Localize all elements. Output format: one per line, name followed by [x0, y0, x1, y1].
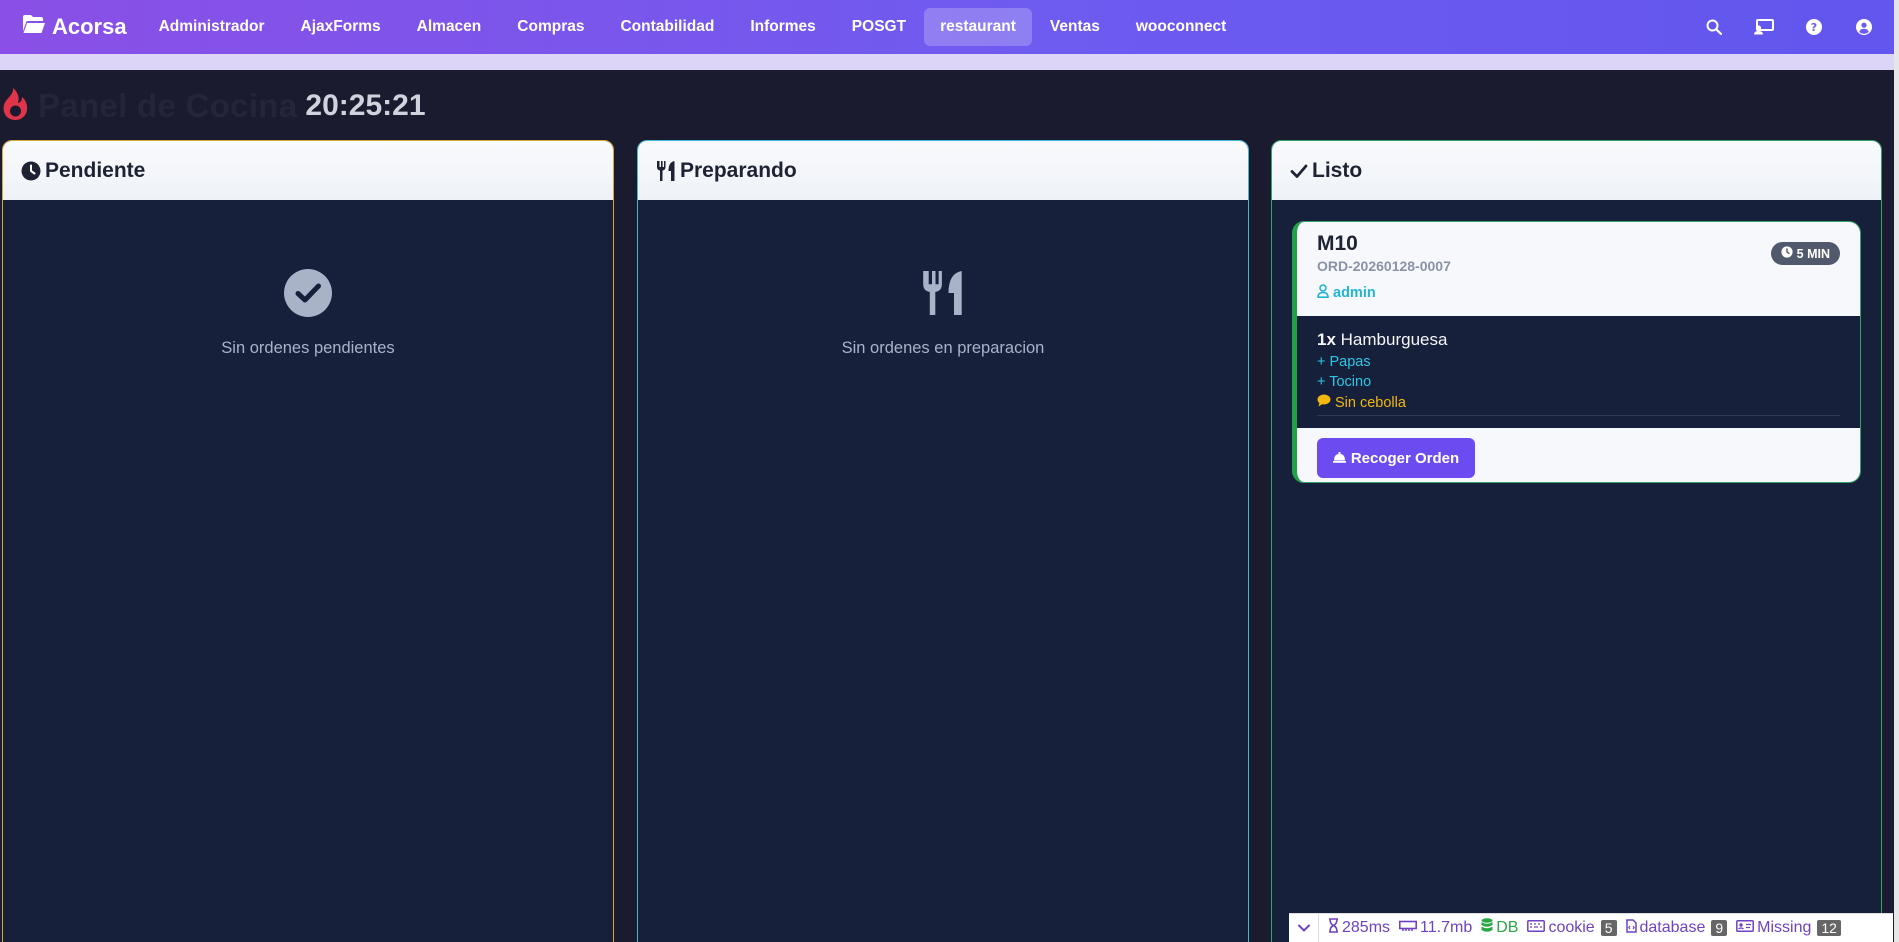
database-icon — [1481, 918, 1493, 938]
page-title: Panel de Cocina — [38, 87, 298, 124]
item-modifier: + Papas — [1317, 354, 1371, 370]
kitchen-panel-header: Panel de Cocina 20:25:21 — [0, 86, 426, 126]
elapsed-time-text: 5 MIN — [1796, 246, 1830, 261]
debug-database[interactable]: database 9 — [1625, 918, 1728, 938]
debug-toolbar: 285ms 11.7mb DB cookie 5 database 9 Miss… — [1289, 913, 1893, 942]
elapsed-time-badge: 5 MIN — [1770, 242, 1840, 265]
sub-navbar-strip — [0, 54, 1894, 70]
column-pendiente: Pendiente 0 Sin ordenes pendientes — [2, 140, 614, 942]
pickup-order-label: Recoger Orden — [1350, 449, 1460, 467]
clock-display: 20:25:21 — [305, 89, 426, 122]
pickup-order-button[interactable]: Recoger Orden — [1317, 438, 1475, 478]
menu-administrador[interactable]: Administrador — [141, 8, 283, 46]
empty-state: Sin ordenes pendientes — [3, 267, 613, 358]
menu-posgt[interactable]: POSGT — [834, 8, 924, 46]
hourglass-icon — [1328, 918, 1339, 938]
clock-icon — [21, 161, 41, 181]
keyboard-icon — [1527, 919, 1546, 937]
item-modifier: + Tocino — [1317, 374, 1372, 390]
debug-memory-value: 11.7mb — [1420, 919, 1473, 936]
menu-informes[interactable]: Informes — [732, 8, 833, 46]
bell-concierge-icon — [1332, 450, 1346, 467]
menu-wooconnect[interactable]: wooconnect — [1118, 8, 1244, 46]
id-card-icon — [1736, 919, 1755, 937]
clock-icon — [1781, 246, 1793, 261]
order-item: 1x Hamburguesa — [1317, 330, 1840, 350]
column-title: Pendiente — [45, 158, 146, 182]
file-code-icon — [1625, 918, 1637, 938]
main-menu: Administrador AjaxForms Almacen Compras … — [141, 8, 1245, 46]
brand-name: Acorsa — [52, 14, 127, 39]
menu-contabilidad[interactable]: Contabilidad — [602, 8, 732, 46]
debug-time-value: 285ms — [1342, 919, 1391, 936]
debug-database-count: 9 — [1711, 920, 1728, 936]
debug-time[interactable]: 285ms — [1328, 918, 1390, 938]
top-navbar: Acorsa Administrador AjaxForms Almacen C… — [0, 0, 1894, 54]
check-circle-icon — [3, 267, 613, 319]
debug-memory[interactable]: 11.7mb — [1399, 919, 1472, 937]
order-code: ORD-20260128-0007 — [1317, 258, 1451, 274]
empty-message: Sin ordenes pendientes — [221, 339, 395, 357]
navbar-actions: ? — [1702, 0, 1876, 54]
debug-cookie[interactable]: cookie 5 — [1527, 919, 1617, 937]
column-header: Listo 1 — [1272, 141, 1881, 200]
utensils-icon — [656, 160, 676, 182]
debug-database-label: database — [1639, 919, 1706, 936]
order-user: admin — [1317, 284, 1376, 302]
debug-db[interactable]: DB — [1481, 918, 1518, 938]
order-card[interactable]: M10 ORD-20260128-0007 admin 5 MIN 1x Ham… — [1292, 221, 1861, 483]
order-count-badge: 0 — [159, 166, 167, 181]
utensils-icon — [638, 267, 1248, 319]
page-scrollbar[interactable] — [1894, 0, 1899, 942]
column-preparando: Preparando 0 Sin ordenes en preparacion — [637, 140, 1249, 942]
column-header: Preparando 0 — [638, 141, 1248, 200]
debug-missing-count: 12 — [1817, 920, 1841, 936]
debug-cookie-count: 5 — [1600, 920, 1617, 936]
debug-missing[interactable]: Missing 12 — [1736, 919, 1841, 937]
menu-restaurant[interactable]: restaurant — [924, 8, 1032, 46]
column-header: Pendiente 0 — [3, 141, 613, 200]
user-icon — [1317, 284, 1329, 302]
menu-ajaxforms[interactable]: AjaxForms — [283, 8, 399, 46]
check-icon — [1290, 163, 1308, 179]
item-name: Hamburguesa — [1340, 330, 1448, 349]
order-table: M10 — [1317, 232, 1358, 255]
fire-icon — [0, 87, 30, 126]
menu-compras[interactable]: Compras — [499, 8, 602, 46]
folder-open-icon — [22, 14, 52, 40]
debug-db-label: DB — [1496, 919, 1519, 936]
order-count-badge: 0 — [810, 166, 818, 181]
item-note: Sin cebolla — [1317, 394, 1840, 411]
menu-almacen[interactable]: Almacen — [399, 8, 500, 46]
brand-link[interactable]: Acorsa — [22, 14, 127, 40]
monitor-user-icon[interactable] — [1752, 15, 1776, 39]
svg-text:?: ? — [1811, 21, 1817, 34]
item-divider — [1317, 415, 1840, 416]
order-count-badge: 1 — [1376, 166, 1383, 181]
chevron-down-icon[interactable] — [1289, 913, 1319, 942]
user-circle-icon[interactable] — [1852, 15, 1876, 39]
column-title: Listo — [1312, 158, 1363, 182]
empty-state: Sin ordenes en preparacion — [638, 267, 1248, 358]
menu-ventas[interactable]: Ventas — [1032, 8, 1118, 46]
column-title: Preparando — [680, 158, 797, 182]
empty-message: Sin ordenes en preparacion — [841, 339, 1045, 357]
item-quantity: 1x — [1317, 330, 1336, 349]
debug-missing-label: Missing — [1757, 919, 1812, 936]
order-user-name: admin — [1333, 285, 1376, 301]
memory-icon — [1399, 919, 1418, 937]
comment-icon — [1317, 394, 1331, 411]
item-note-text: Sin cebolla — [1335, 394, 1406, 411]
column-listo: Listo 1 M10 ORD-20260128-0007 admin 5 MI… — [1271, 140, 1882, 942]
search-icon[interactable] — [1702, 15, 1726, 39]
help-icon[interactable]: ? — [1802, 15, 1826, 39]
order-items: 1x Hamburguesa + Papas + Tocino Sin cebo… — [1297, 316, 1860, 428]
debug-cookie-label: cookie — [1548, 919, 1595, 936]
